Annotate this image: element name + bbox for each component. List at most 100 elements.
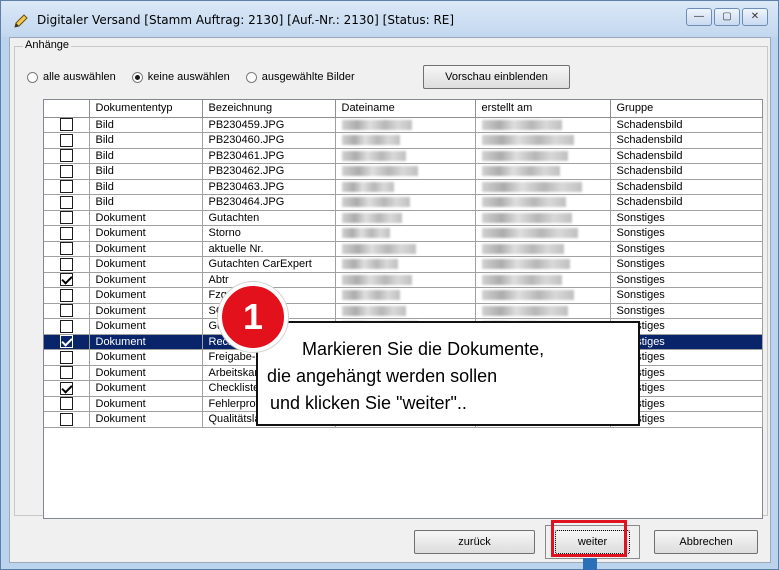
table-row[interactable]: Bild PB230459.JPG Schadensbild <box>44 117 763 133</box>
redacted-filename <box>341 150 406 161</box>
row-check-cell[interactable] <box>44 411 90 428</box>
table-row[interactable]: Dokument Fzg Sonstiges <box>44 287 763 304</box>
radio-select-all[interactable]: alle auswählen <box>27 71 116 83</box>
row-checkbox[interactable] <box>59 366 73 380</box>
row-check-cell[interactable] <box>44 225 90 242</box>
table-row[interactable]: Dokument Gutachten Sonstiges <box>44 210 763 226</box>
row-checkbox[interactable] <box>59 288 73 302</box>
row-check-cell[interactable] <box>44 148 90 164</box>
row-check-cell[interactable] <box>44 272 90 288</box>
row-check-cell[interactable] <box>44 380 90 397</box>
column-header-created[interactable]: erstellt am <box>475 100 611 118</box>
cell-group: Sonstiges <box>610 241 763 257</box>
row-checkbox[interactable] <box>59 164 73 178</box>
dialog-client: Anhänge alle auswählen keine auswählen a… <box>9 37 771 563</box>
row-check-cell[interactable] <box>44 163 90 180</box>
row-checkbox[interactable] <box>59 257 73 271</box>
row-check-cell[interactable] <box>44 287 90 304</box>
row-check-cell[interactable] <box>44 396 90 412</box>
row-checkbox[interactable] <box>59 133 73 147</box>
radio-selected-images-circle[interactable] <box>245 71 257 83</box>
row-check-cell[interactable] <box>44 210 90 226</box>
row-checkbox[interactable] <box>59 195 73 209</box>
row-checkbox[interactable] <box>59 242 73 256</box>
cell-description: PB230462.JPG <box>202 163 336 180</box>
cell-group: Schadensbild <box>610 132 763 149</box>
callout-line-3: und klicken Sie "weiter".. <box>270 393 467 413</box>
table-row[interactable]: DokumentSC2Sonstiges <box>44 303 763 319</box>
row-check-cell[interactable] <box>44 117 90 133</box>
title-bar[interactable]: Digitaler Versand [Stamm Auftrag: 2130] … <box>1 1 778 37</box>
row-checkbox[interactable] <box>59 118 73 132</box>
table-row[interactable]: Bild PB230464.JPG Schadensbild <box>44 194 763 211</box>
row-check-cell[interactable] <box>44 334 90 350</box>
table-row[interactable]: Bild PB230462.JPG Schadensbild <box>44 163 763 180</box>
table-row[interactable]: Bild PB230460.JPG Schadensbild <box>44 132 763 149</box>
row-check-cell[interactable] <box>44 349 90 366</box>
row-check-cell[interactable] <box>44 318 90 335</box>
row-checkbox[interactable] <box>59 211 73 225</box>
row-checkbox[interactable] <box>59 149 73 163</box>
close-button[interactable]: ✕ <box>742 8 768 26</box>
cell-filename-redacted <box>335 287 476 304</box>
row-check-cell[interactable] <box>44 241 90 257</box>
column-header-group[interactable]: Gruppe <box>610 100 763 118</box>
maximize-button[interactable]: ▢ <box>714 8 740 26</box>
cell-created-redacted <box>475 117 611 133</box>
row-checkbox[interactable] <box>59 397 73 411</box>
table-row[interactable]: Dokument aktuelle Nr. Sonstiges <box>44 241 763 257</box>
cell-group: Sonstiges <box>610 303 763 319</box>
cell-filename-redacted <box>335 272 476 288</box>
pointer-arrow-tip <box>583 558 597 570</box>
cell-created-redacted <box>475 132 611 149</box>
row-checkbox[interactable] <box>59 226 73 240</box>
cell-created-redacted <box>475 241 611 257</box>
row-checkbox[interactable] <box>59 304 73 318</box>
column-header-check[interactable] <box>44 100 90 118</box>
cell-document-type: Dokument <box>89 334 203 350</box>
table-row[interactable]: Dokument Abtr Sonstiges <box>44 272 763 288</box>
column-header-name[interactable]: Bezeichnung <box>202 100 336 118</box>
row-checkbox[interactable] <box>59 180 73 194</box>
callout-line-2: die angehängt werden sollen <box>267 366 498 386</box>
row-checkbox[interactable] <box>59 412 73 426</box>
cell-filename-redacted <box>335 225 476 242</box>
row-check-cell[interactable] <box>44 179 90 195</box>
row-checkbox[interactable] <box>59 273 73 287</box>
preview-button[interactable]: Vorschau einblenden <box>423 65 570 89</box>
cell-group: Schadensbild <box>610 194 763 211</box>
row-checkbox[interactable] <box>59 319 73 333</box>
cell-description: PB230463.JPG <box>202 179 336 195</box>
row-check-cell[interactable] <box>44 194 90 211</box>
redacted-filename <box>341 135 400 146</box>
column-header-filename[interactable]: Dateiname <box>335 100 476 118</box>
cell-created-redacted <box>475 194 611 211</box>
radio-select-none-circle[interactable] <box>131 71 143 83</box>
radio-select-none[interactable]: keine auswählen <box>131 71 230 83</box>
cell-filename-redacted <box>335 210 476 226</box>
cell-document-type: Dokument <box>89 225 203 242</box>
redacted-date <box>481 166 560 177</box>
radio-selected-images[interactable]: ausgewählte Bilder <box>245 71 355 83</box>
radio-select-all-circle[interactable] <box>27 71 38 83</box>
row-checkbox[interactable] <box>59 381 73 395</box>
row-check-cell[interactable] <box>44 132 90 149</box>
back-button[interactable]: zurück <box>414 530 535 554</box>
table-row[interactable]: Bild PB230463.JPG Schadensbild <box>44 179 763 195</box>
cancel-button[interactable]: Abbrechen <box>654 530 758 554</box>
row-checkbox[interactable] <box>59 335 73 349</box>
row-check-cell[interactable] <box>44 365 90 381</box>
cell-group: Sonstiges <box>610 210 763 226</box>
dialog-window: Digitaler Versand [Stamm Auftrag: 2130] … <box>0 0 779 570</box>
minimize-button[interactable]: — <box>686 8 712 26</box>
table-row[interactable]: Dokument Storno Sonstiges <box>44 225 763 242</box>
cell-description: PB230464.JPG <box>202 194 336 211</box>
row-check-cell[interactable] <box>44 256 90 273</box>
row-checkbox[interactable] <box>59 350 73 364</box>
table-row[interactable]: Dokument Gutachten CarExpert Sonstiges <box>44 256 763 273</box>
cell-description: Gutachten CarExpert <box>202 256 336 273</box>
row-check-cell[interactable] <box>44 303 90 319</box>
documents-table-container[interactable]: Dokumententyp Bezeichnung Dateiname erst… <box>43 99 763 519</box>
column-header-type[interactable]: Dokumententyp <box>89 100 203 118</box>
table-row[interactable]: Bild PB230461.JPG Schadensbild <box>44 148 763 164</box>
